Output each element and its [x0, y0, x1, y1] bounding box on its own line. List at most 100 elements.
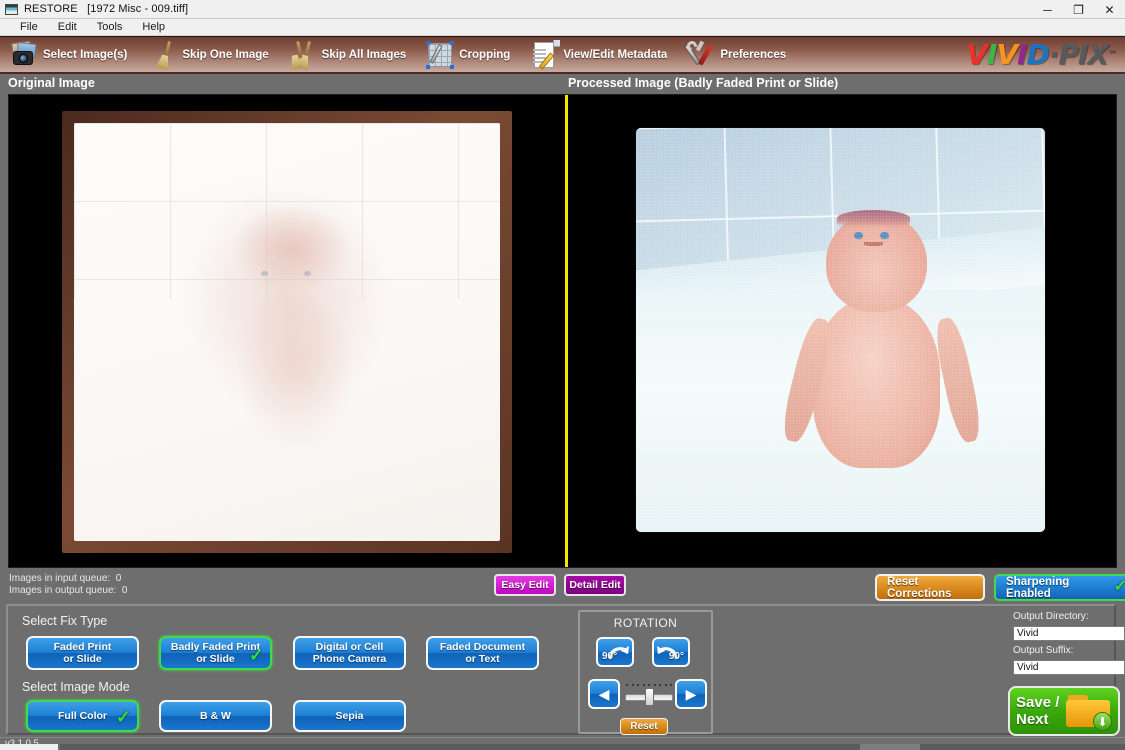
- rotation-title: ROTATION: [613, 616, 678, 630]
- edit-mode-group: Easy Edit Detail Edit: [494, 574, 626, 596]
- processed-photo: [636, 128, 1045, 532]
- reset-corrections-button[interactable]: Reset Corrections: [875, 574, 985, 601]
- document-pencil-icon: [530, 39, 561, 70]
- sharpening-label: Sharpening Enabled: [1006, 575, 1070, 600]
- original-image-header: Original Image: [8, 76, 95, 90]
- close-button[interactable]: ✕: [1094, 0, 1125, 19]
- panel-split-divider[interactable]: [565, 95, 568, 567]
- correction-buttons-group: Reset Corrections Sharpening Enabled ✓: [875, 574, 1125, 601]
- output-suffix-label: Output Suffix:: [1013, 645, 1074, 656]
- toolbar-button-cropping[interactable]: Cropping: [422, 36, 514, 74]
- folder-download-icon: ⬇: [1066, 695, 1112, 731]
- rotate-ccw-90-button[interactable]: 90°: [596, 637, 634, 667]
- taskbar[interactable]: [60, 744, 1125, 750]
- logo-dot: ·: [1048, 38, 1060, 71]
- save-next-button[interactable]: Save / Next ⬇: [1008, 686, 1120, 736]
- fix-type-faded-print-or-slide[interactable]: Faded Print or Slide: [26, 636, 139, 670]
- photo-grain-overlay: [636, 128, 1045, 532]
- fix1-line2: or Slide: [196, 653, 235, 665]
- fix-type-badly-faded-print-or-slide[interactable]: Badly Faded Print or Slide ✓: [159, 636, 272, 670]
- toolbar-button-select-images[interactable]: Select Image(s): [6, 36, 131, 74]
- image-viewer[interactable]: [8, 94, 1117, 568]
- fix3-line1: Faded Document: [439, 641, 526, 653]
- toolbar-label-cropping: Cropping: [459, 48, 511, 61]
- bottom-control-panel: Select Fix Type Faded Print or Slide Bad…: [6, 604, 1125, 735]
- download-arrow-icon: ⬇: [1097, 714, 1108, 729]
- title-bar: RESTORE [1972 Misc - 009.tiff] ─ ❐ ✕: [0, 0, 1125, 19]
- original-image-canvas[interactable]: [9, 95, 565, 567]
- toolbar-button-view-edit-metadata[interactable]: View/Edit Metadata: [526, 36, 671, 74]
- menu-item-edit[interactable]: Edit: [48, 20, 87, 34]
- menu-item-tools[interactable]: Tools: [87, 20, 133, 34]
- toolbar-label-skip-one-image: Skip One Image: [182, 48, 269, 61]
- toolbar-label-preferences: Preferences: [720, 48, 787, 61]
- save-line1: Save /: [1016, 694, 1060, 711]
- output-suffix-input[interactable]: [1013, 660, 1125, 675]
- rotation-slider-thumb[interactable]: [645, 688, 654, 706]
- app-window-icon: [5, 3, 18, 15]
- fix2-line1: Digital or Cell: [315, 641, 384, 653]
- fix-type-faded-document-or-text[interactable]: Faded Document or Text: [426, 636, 539, 670]
- restore-app-window: RESTORE [1972 Misc - 009.tiff] ─ ❐ ✕ Fil…: [0, 0, 1125, 750]
- rotate-cw-label: 90°: [668, 651, 684, 662]
- rotation-reset-button[interactable]: Reset: [620, 718, 668, 735]
- rotate-nudge-right-button[interactable]: ▶: [675, 679, 707, 709]
- rotate-nudge-left-button[interactable]: ◀: [588, 679, 620, 709]
- check-icon: ✓: [1113, 578, 1125, 595]
- toolbar-label-select-images: Select Image(s): [43, 48, 128, 61]
- restore-button[interactable]: ❐: [1063, 0, 1094, 19]
- output-directory-label: Output Directory:: [1013, 611, 1089, 622]
- rotate-ccw-label: 90°: [602, 651, 618, 662]
- mode0-label: Full Color: [58, 710, 107, 722]
- double-broom-icon: [289, 40, 319, 70]
- file-title: [1972 Misc - 009.tiff]: [87, 3, 189, 15]
- toolbar-button-skip-all-images[interactable]: Skip All Images: [285, 36, 411, 74]
- window-controls: ─ ❐ ✕: [1032, 0, 1125, 19]
- image-mode-full-color[interactable]: Full Color ✓: [26, 700, 139, 732]
- logo-letter-i2: I: [1017, 38, 1027, 71]
- mode2-label: Sepia: [335, 710, 364, 722]
- photos-camera-icon: [10, 40, 40, 70]
- rotation-slider[interactable]: [625, 682, 673, 706]
- fix2-line2: Phone Camera: [312, 653, 387, 665]
- detail-edit-button[interactable]: Detail Edit: [564, 574, 626, 596]
- toolbar-label-view-edit-metadata: View/Edit Metadata: [563, 48, 668, 61]
- toolbar-label-skip-all-images: Skip All Images: [321, 48, 407, 61]
- input-queue-value: 0: [115, 573, 122, 584]
- toolbar-button-preferences[interactable]: Preferences: [683, 36, 790, 74]
- minimize-button[interactable]: ─: [1032, 0, 1063, 19]
- logo-letter-d: D: [1026, 38, 1050, 71]
- output-queue-label: Images in output queue:: [9, 585, 117, 596]
- menu-item-file[interactable]: File: [10, 20, 48, 34]
- rotate-cw-90-button[interactable]: 90°: [652, 637, 690, 667]
- toolbar-button-skip-one-image[interactable]: Skip One Image: [145, 36, 272, 74]
- vivid-pix-logo: V I V I D · P I X ™: [966, 38, 1117, 72]
- fix-type-digital-or-cell-phone-camera[interactable]: Digital or Cell Phone Camera: [293, 636, 406, 670]
- fix3-line2: or Text: [465, 653, 500, 665]
- fix0-line2: or Slide: [63, 653, 102, 665]
- menu-bar: File Edit Tools Help: [0, 19, 1125, 36]
- original-baby-subject: [184, 206, 398, 466]
- app-name: RESTORE: [24, 3, 78, 15]
- output-queue-value: 0: [121, 585, 128, 596]
- fix-type-title: Select Fix Type: [22, 614, 108, 628]
- image-mode-title: Select Image Mode: [22, 680, 130, 694]
- check-icon: ✓: [248, 645, 264, 665]
- logo-letter-i3: I: [1077, 38, 1088, 71]
- check-icon: ✓: [115, 707, 131, 727]
- image-mode-bw[interactable]: B & W: [159, 700, 272, 732]
- crop-pen-icon: [426, 40, 456, 70]
- output-directory-input[interactable]: [1013, 626, 1125, 641]
- window-title: RESTORE [1972 Misc - 009.tiff]: [24, 3, 188, 15]
- logo-letter-p: P: [1058, 38, 1079, 71]
- image-mode-sepia[interactable]: Sepia: [293, 700, 406, 732]
- output-queue-row: Images in output queue: 0: [9, 585, 127, 597]
- logo-trademark: ™: [1108, 49, 1117, 60]
- sharpening-enabled-button[interactable]: Sharpening Enabled ✓: [994, 574, 1125, 601]
- menu-item-help[interactable]: Help: [132, 20, 175, 34]
- processed-image-canvas[interactable]: [568, 95, 1116, 567]
- logo-letter-i1: I: [987, 38, 997, 71]
- fix1-line1: Badly Faded Print: [170, 641, 261, 653]
- rotation-panel: ROTATION 90° 90° ◀ ▶ Reset: [578, 610, 713, 735]
- easy-edit-button[interactable]: Easy Edit: [494, 574, 556, 596]
